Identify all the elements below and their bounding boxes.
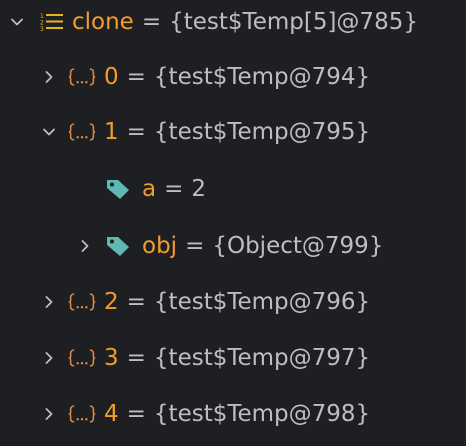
variables-tree: 1 2 3 clone = {test$Temp[5]@785} 0 = {te… (0, 0, 466, 446)
object-icon (68, 290, 96, 314)
chevron-right-icon[interactable] (38, 347, 60, 369)
variable-name: obj (142, 233, 178, 259)
variable-name: clone (72, 9, 134, 35)
equals-sign: = (126, 64, 146, 90)
variable-value: 2 (191, 176, 207, 202)
variable-value: {Object@799} (212, 233, 384, 259)
chevron-down-icon[interactable] (38, 121, 60, 143)
equals-sign: = (185, 233, 205, 259)
equals-sign: = (164, 176, 184, 202)
tree-node-item-3[interactable]: 3 = {test$Temp@797} (0, 340, 466, 376)
chevron-right-icon[interactable] (74, 235, 96, 257)
list-icon: 1 2 3 (38, 10, 66, 34)
equals-sign: = (126, 119, 146, 145)
tree-node-field-obj[interactable]: obj = {Object@799} (0, 228, 466, 264)
tree-node-item-2[interactable]: 2 = {test$Temp@796} (0, 284, 466, 320)
equals-sign: = (141, 9, 162, 35)
variable-name: 0 (104, 64, 119, 90)
object-icon (68, 346, 96, 370)
variable-name: 2 (104, 289, 119, 315)
chevron-right-icon[interactable] (38, 66, 60, 88)
equals-sign: = (126, 289, 146, 315)
svg-text:3: 3 (40, 26, 44, 32)
tree-node-clone[interactable]: 1 2 3 clone = {test$Temp[5]@785} (0, 4, 466, 40)
variable-name: 1 (104, 119, 119, 145)
object-icon (68, 402, 96, 426)
chevron-right-icon[interactable] (38, 291, 60, 313)
chevron-down-icon[interactable] (6, 11, 28, 33)
field-tag-icon (104, 177, 132, 201)
equals-sign: = (126, 401, 146, 427)
equals-sign: = (126, 345, 146, 371)
variable-name: a (142, 176, 157, 202)
tree-node-item-1[interactable]: 1 = {test$Temp@795} (0, 114, 466, 150)
variable-value: {test$Temp@795} (153, 119, 371, 145)
tree-node-item-4[interactable]: 4 = {test$Temp@798} (0, 396, 466, 432)
tree-node-field-a[interactable]: a = 2 (0, 171, 466, 207)
variable-name: 4 (104, 401, 119, 427)
variable-value: {test$Temp[5]@785} (169, 9, 418, 35)
variable-value: {test$Temp@798} (153, 401, 371, 427)
variable-value: {test$Temp@794} (153, 64, 371, 90)
variable-value: {test$Temp@796} (153, 289, 371, 315)
object-icon (68, 65, 96, 89)
tree-node-item-0[interactable]: 0 = {test$Temp@794} (0, 59, 466, 95)
variable-name: 3 (104, 345, 119, 371)
variable-value: {test$Temp@797} (153, 345, 371, 371)
chevron-right-icon[interactable] (38, 403, 60, 425)
field-tag-icon (104, 234, 132, 258)
object-icon (68, 120, 96, 144)
